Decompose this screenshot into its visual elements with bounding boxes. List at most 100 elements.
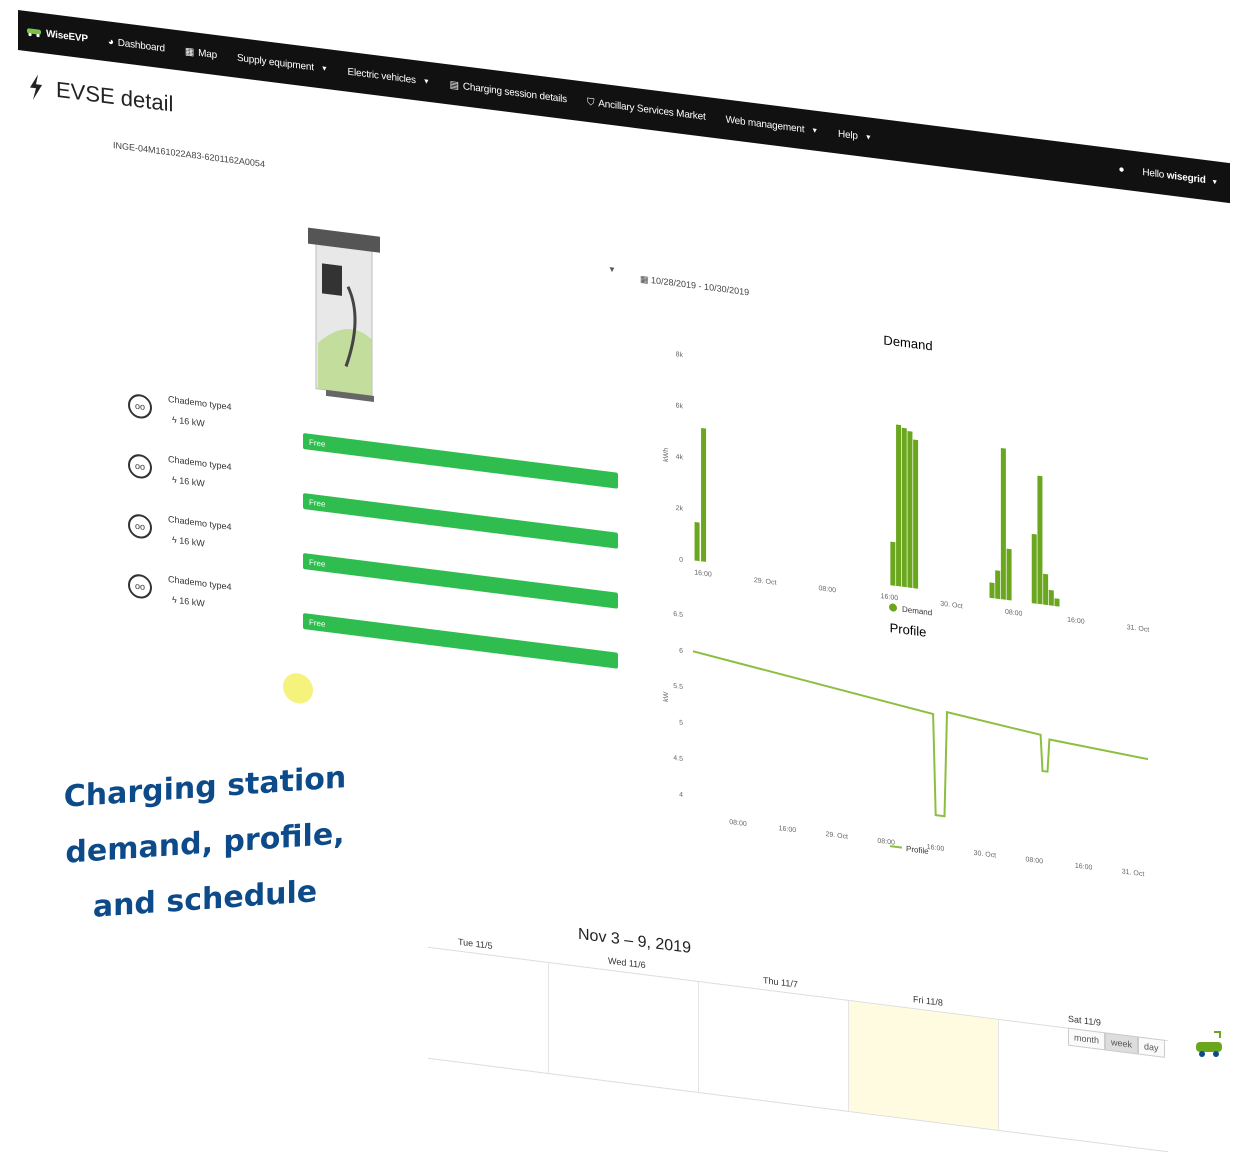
dashboard-icon: ◕ — [107, 35, 114, 48]
demand-bar — [907, 431, 913, 588]
demand-bar — [1037, 475, 1043, 605]
demand-bar — [1043, 573, 1049, 606]
y-tick-label: 6k — [676, 402, 684, 410]
profile-chart-title: Profile — [890, 620, 927, 640]
nav-map[interactable]: ▦ Map — [175, 44, 227, 62]
evse-id: INGE-04M161022A83-6201162A0054 — [113, 140, 265, 170]
globe-icon[interactable]: ● — [1118, 164, 1124, 176]
legend-label: Demand — [902, 605, 932, 618]
today-column — [848, 1000, 999, 1130]
legend-marker — [890, 845, 902, 849]
x-tick-label: 31. Oct — [1122, 868, 1145, 878]
demand-bar — [995, 570, 1001, 600]
demand-bar — [1048, 589, 1054, 606]
x-tick-label: 08:00 — [1005, 609, 1023, 618]
caret-down-icon: ▼ — [422, 77, 430, 86]
demand-bar — [913, 439, 919, 589]
x-tick-label: 16:00 — [927, 844, 945, 853]
charging-station-image — [308, 227, 380, 402]
map-icon: ▦ — [184, 45, 195, 58]
demand-bar — [896, 424, 902, 587]
nav-ancillary-services-market[interactable]: ⛉ Ancillary Services Market — [577, 95, 716, 124]
lightning-icon — [30, 74, 42, 100]
y-tick-label: 6 — [679, 648, 683, 655]
y-tick-label: 4k — [676, 454, 684, 462]
x-tick-label: 30. Oct — [974, 850, 997, 860]
connector-power-value: 16 kW — [179, 535, 205, 549]
plug-icon: oo — [128, 392, 152, 420]
legend-label: Profile — [906, 844, 929, 856]
car-logo-icon — [26, 24, 42, 41]
page-title: EVSE detail — [28, 73, 173, 117]
x-tick-label: 08:00 — [1026, 856, 1044, 865]
x-tick-label: 30. Oct — [940, 601, 963, 611]
x-tick-label: 08:00 — [819, 585, 837, 594]
demand-bar — [901, 427, 907, 588]
chevron-down-icon[interactable]: ▼ — [608, 265, 616, 275]
demand-chart-title: Demand — [883, 332, 932, 353]
caret-down-icon: ▼ — [864, 133, 872, 142]
calendar-day-header: Fri 11/8 — [913, 994, 943, 1008]
connector-type: Chademo type4 — [168, 573, 232, 592]
connector-type: Chademo type4 — [168, 453, 232, 472]
calendar-day-header: Tue 11/5 — [458, 936, 493, 951]
week-calendar: Nov 3 – 9, 2019 Tue 11/5 Wed 11/6 Thu 11… — [428, 907, 1168, 1153]
x-tick-label: 16:00 — [779, 825, 797, 834]
x-tick-label: 29. Oct — [825, 831, 848, 841]
nav-dashboard-label: Dashboard — [117, 37, 165, 55]
calendar-day-header: Sat 11/9 — [1068, 1013, 1101, 1028]
top-navbar: WiseEVP ◕ Dashboard ▦ Map Supply equipme… — [18, 10, 1230, 204]
nav-help[interactable]: Help ▼ — [828, 127, 882, 145]
calendar-icon: ▦ — [640, 273, 652, 285]
connector-type: Chademo type4 — [168, 513, 232, 532]
nav-supply-equipment[interactable]: Supply equipment ▼ — [227, 51, 338, 76]
y-tick-label: 2k — [676, 505, 684, 513]
x-tick-label: 29. Oct — [754, 577, 777, 587]
connector-power: ϟ 16 kW — [172, 414, 205, 428]
demand-bar — [1006, 548, 1012, 601]
x-tick-label: 08:00 — [877, 838, 895, 847]
x-tick-label: 16:00 — [1075, 863, 1093, 872]
x-tick-label: 31. Oct — [1127, 624, 1150, 634]
brand-link[interactable]: WiseEVP — [18, 23, 98, 48]
y-tick-label: 5 — [679, 720, 683, 727]
caret-down-icon: ▼ — [1211, 178, 1218, 187]
demand-bar — [694, 522, 700, 562]
demand-bar — [1054, 598, 1060, 607]
plug-icon: oo — [128, 572, 152, 600]
y-axis-label: kWh — [663, 447, 670, 462]
nav-electric-vehicles[interactable]: Electric vehicles ▼ — [338, 65, 440, 89]
calendar-title: Nov 3 – 9, 2019 — [578, 925, 691, 958]
y-tick-label: 4 — [679, 792, 683, 799]
y-tick-label: 8k — [676, 351, 684, 359]
connector-power: ϟ 16 kW — [172, 594, 205, 608]
nav-supply-equipment-label: Supply equipment — [236, 52, 314, 73]
y-axis-label: kW — [663, 691, 670, 702]
username: wisegrid — [1166, 169, 1206, 186]
nav-help-label: Help — [838, 128, 858, 142]
demand-bar — [701, 428, 707, 562]
demand-bar — [1031, 533, 1037, 604]
nav-web-management[interactable]: Web management ▼ — [716, 113, 828, 138]
user-menu[interactable]: Hello wisegrid ▼ — [1142, 167, 1218, 188]
brand-name: WiseEVP — [46, 28, 88, 45]
nav-dashboard[interactable]: ◕ Dashboard — [98, 35, 175, 56]
connector-power: ϟ 16 kW — [172, 474, 205, 488]
y-tick-label: 4.5 — [673, 755, 683, 763]
connector-status-bar[interactable]: Free — [303, 613, 618, 669]
plug-icon: oo — [128, 512, 152, 540]
nav-web-management-label: Web management — [725, 113, 805, 135]
x-tick-label: 16:00 — [881, 593, 899, 602]
demand-bar — [1000, 447, 1006, 600]
connector-type: Chademo type4 — [168, 393, 232, 412]
connector-power-value: 16 kW — [179, 415, 205, 429]
calendar-day-header: Thu 11/7 — [763, 975, 798, 990]
ev-logo-icon — [1196, 1031, 1222, 1057]
view-day-button[interactable]: day — [1138, 1036, 1165, 1058]
demand-bar — [890, 541, 896, 586]
profile-line — [692, 650, 1149, 818]
page-title-text: EVSE detail — [56, 76, 174, 117]
nav-charging-session-details[interactable]: ▤ Charging session details — [440, 78, 577, 106]
plug-icon: oo — [128, 452, 152, 480]
demand-bar — [989, 582, 995, 599]
